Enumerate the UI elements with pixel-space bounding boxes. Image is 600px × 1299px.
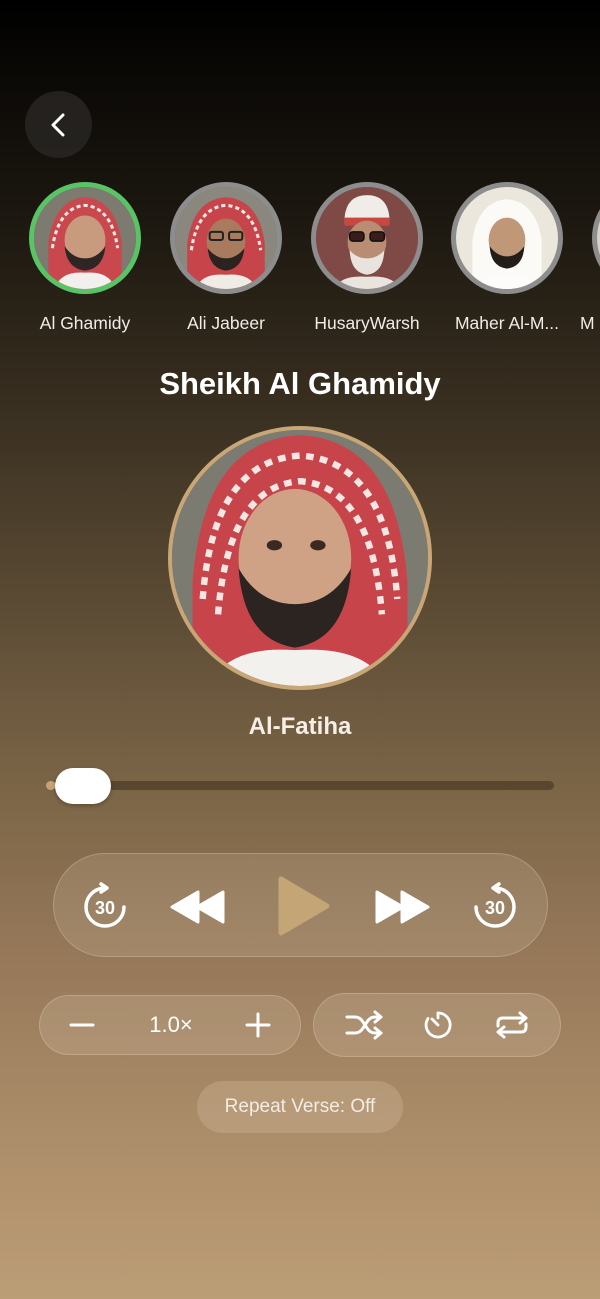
speed-increase-button[interactable] [238,1010,278,1040]
reciter-avatar [29,182,141,294]
reciter-avatar [311,182,423,294]
reciter-item[interactable]: Maher Al-M... [437,182,577,334]
reciter-item[interactable]: HusaryWarsh [297,182,437,334]
rewind-30-button[interactable]: 30 [78,880,132,934]
shuffle-button[interactable] [342,1008,386,1042]
surah-name: Al-Fatiha [248,713,352,740]
timer-icon [424,1011,452,1039]
repeat-button[interactable] [490,1008,534,1042]
reciter-name: Ali Jabeer [187,313,265,333]
reciter-name: Al Ghamidy [39,313,131,333]
forward-30-button[interactable]: 30 [468,880,522,934]
rewind-30-icon: 30 [84,882,126,928]
reciter-name: HusaryWarsh [314,313,420,333]
repeat-icon [496,1011,528,1039]
repeat-verse-button[interactable]: Repeat Verse: Off [197,1081,403,1133]
reciter-item[interactable]: Ali Jabeer [156,182,296,334]
now-playing-avatar [168,426,432,690]
svg-text:30: 30 [95,898,115,918]
speed-control: 1.0× [39,995,301,1055]
speed-decrease-button[interactable] [62,1010,102,1040]
sleep-timer-button[interactable] [418,1008,458,1042]
reciter-item[interactable]: Al Ghamidy [15,182,155,334]
progress-slider[interactable] [46,781,554,790]
next-button[interactable] [372,884,434,930]
forward-icon [375,890,430,924]
plus-icon [245,1012,271,1038]
play-button[interactable] [270,874,334,938]
svg-text:30: 30 [485,898,505,918]
minus-icon [69,1023,95,1027]
reciter-carousel[interactable]: Al Ghamidy Ali Jabeer HusaryWarsh Maher … [0,182,600,342]
reciter-avatar [592,182,600,294]
back-button[interactable] [25,91,92,158]
play-icon [278,876,330,936]
reciter-avatar [451,182,563,294]
speed-value: 1.0× [149,1011,193,1037]
transport-controls: 30 30 [53,853,548,957]
reciter-name: M [580,313,595,333]
reciter-name: Maher Al-M... [454,313,560,333]
playback-options [313,993,561,1057]
shuffle-icon [345,1010,383,1040]
reciter-item[interactable]: M [578,182,600,334]
reciter-avatar [170,182,282,294]
backward-icon [170,890,225,924]
chevron-left-icon [51,113,64,136]
previous-button[interactable] [166,884,228,930]
reciter-title: Sheikh Al Ghamidy [159,366,441,401]
forward-30-icon: 30 [474,882,516,928]
progress-thumb[interactable] [55,768,111,804]
